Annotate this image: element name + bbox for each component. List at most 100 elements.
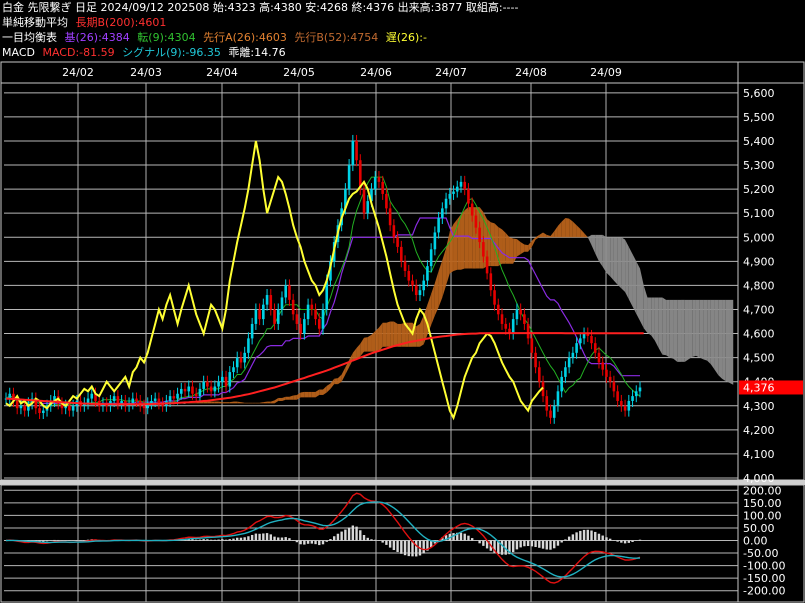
ichimoku-cloud-segment (531, 237, 536, 247)
macd-histogram-bar (195, 539, 198, 541)
chikou-line (5, 140, 544, 421)
candle-body (239, 357, 243, 363)
macd-histogram-bar (262, 533, 265, 541)
candle-body (437, 218, 440, 233)
ichimoku-cloud-segment (595, 234, 599, 262)
ichimoku-cloud-segment (222, 402, 227, 404)
x-tick-label: 24/03 (130, 66, 162, 79)
ichimoku-cloud-segment (543, 232, 547, 238)
candle-body (411, 280, 414, 286)
ichimoku-cloud-segment (673, 299, 678, 362)
macd-histogram-bar (269, 534, 272, 541)
ichimoku-cloud-segment (386, 321, 391, 347)
macd-histogram-bar (340, 531, 343, 541)
ichimoku-cloud-segment (285, 396, 290, 400)
y-tick-label: 5,600 (743, 87, 775, 100)
macd-histogram-bar (631, 540, 634, 542)
candle-body (560, 376, 563, 392)
ichimoku-cloud-segment (722, 299, 726, 382)
candle-body (41, 410, 45, 413)
ichimoku-cloud-segment (330, 378, 335, 389)
ichimoku-cloud-segment (255, 402, 260, 404)
macd-histogram-bar (273, 536, 276, 541)
candle-body (347, 165, 351, 190)
candle-body (299, 323, 302, 334)
ichimoku-cloud-segment (584, 233, 588, 238)
y-tick-label: 4,800 (743, 279, 775, 292)
candle-body (597, 352, 601, 363)
macd-histogram-bar (332, 536, 336, 541)
macd-y-tick-label: -50.00 (743, 547, 778, 560)
pane-divider (0, 480, 805, 485)
macd-histogram-bar (213, 539, 217, 541)
ichimoku-cloud-segment (248, 402, 253, 404)
ichimoku-cloud-segment (681, 299, 685, 362)
candle-body (448, 193, 452, 199)
candle-body (262, 304, 265, 320)
ichimoku-cloud-segment (557, 221, 562, 238)
ichimoku-cloud-segment (315, 389, 320, 398)
candle-body (433, 232, 437, 250)
candle-body (590, 335, 593, 344)
ichimoku-cloud-segment (535, 234, 540, 240)
candle-body (467, 189, 470, 204)
x-tick-label: 24/07 (435, 66, 467, 79)
macd-histogram-bar (534, 540, 537, 548)
ichimoku-cloud-segment (360, 337, 365, 357)
candle-body (534, 352, 537, 368)
candle-body (198, 388, 202, 397)
ichimoku-cloud-segment (464, 207, 469, 269)
chart-canvas: 24/02 24/03 24/04 24/05 24/06 24/07 24/08 24/09… (0, 61, 805, 603)
macd-histogram-bar (422, 540, 425, 554)
candle-body (549, 410, 552, 418)
macd-histogram-bar (206, 539, 209, 541)
ichimoku-cloud-segment (367, 334, 372, 352)
candle-body (500, 314, 504, 324)
ichimoku-cloud-segment (263, 401, 268, 404)
candle-body (317, 319, 321, 329)
ichimoku-cloud-segment (591, 234, 596, 254)
macd-histogram-bar (638, 539, 642, 541)
macd-histogram-bar (250, 534, 254, 541)
candle-body (183, 388, 187, 392)
macd-histogram-bar (57, 539, 60, 541)
candle-body (269, 295, 273, 310)
ichimoku-cloud-segment (666, 299, 670, 358)
ichimoku-cloud-segment (431, 283, 435, 326)
candle-body (400, 246, 403, 262)
candle-body (265, 295, 269, 305)
ichimoku-cloud-segment (699, 299, 704, 360)
candle-body (120, 400, 123, 404)
macd-histogram-bar (620, 540, 623, 543)
macd-histogram-bar (288, 538, 291, 541)
ichimoku-cloud-segment (106, 396, 111, 398)
candle-body (314, 309, 317, 320)
candle-body (112, 396, 116, 401)
candle-body (493, 290, 496, 305)
macd-histogram-bar (243, 537, 246, 541)
ichimoku-cloud-segment (628, 246, 633, 307)
macd-histogram-bar (351, 525, 355, 541)
macd-histogram-bar (228, 539, 231, 541)
ichimoku-cloud-segment (725, 299, 730, 383)
candle-body (247, 338, 250, 353)
y-tick-label: 5,000 (743, 231, 775, 244)
ichimoku-cloud-segment (647, 297, 652, 336)
candle-body (228, 372, 232, 387)
macd-histogram-bar (616, 540, 619, 542)
candle-body (168, 396, 172, 401)
candle-body (452, 191, 455, 194)
macd-histogram-bar (277, 537, 280, 541)
macd-histogram-bar (198, 539, 202, 541)
macd-histogram-bar (567, 536, 571, 541)
candle-body (157, 398, 161, 404)
ichimoku-cloud-segment (572, 221, 577, 238)
candle-body (470, 203, 474, 216)
ichimoku-cloud-segment (457, 214, 461, 270)
macd-histogram-bar (623, 540, 627, 544)
macd-histogram-bar (374, 539, 377, 541)
candle-body (496, 304, 500, 315)
candle-body (403, 261, 407, 271)
macd-histogram-bar (627, 540, 631, 543)
ichimoku-cloud-segment (102, 396, 107, 399)
